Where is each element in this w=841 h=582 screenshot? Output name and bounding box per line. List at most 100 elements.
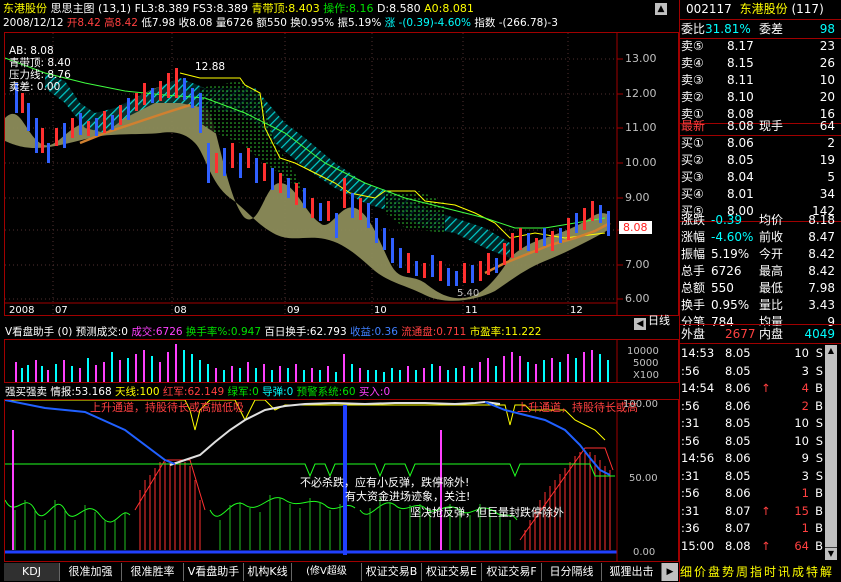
xianshou-value: 64 bbox=[819, 119, 835, 133]
tick-row[interactable]: :56 8.06 2 B bbox=[681, 398, 823, 415]
tab-jigou-kline[interactable]: 机构K线 bbox=[244, 563, 292, 581]
signal-panel[interactable]: 上升通道，持股待长或高抛低吸 上升通道，持股待长或高 不必杀跌，应有小反弹，跌停… bbox=[4, 399, 679, 562]
scroll-down-icon[interactable]: ▼ bbox=[825, 548, 837, 560]
signal-tick: 0.00 bbox=[633, 547, 656, 558]
buy-label: 买③ bbox=[681, 170, 704, 184]
tick-scrollbar[interactable]: ▲ ▼ bbox=[825, 345, 837, 560]
quote-tab[interactable]: 时 bbox=[764, 563, 776, 581]
tick-row[interactable]: 14:54 8.06 ↑ 4 B bbox=[681, 380, 823, 397]
quote-tab[interactable]: 指 bbox=[750, 563, 762, 581]
bar-amount: 额550 bbox=[256, 17, 287, 29]
tick-row[interactable]: 15:00 8.08 ↑ 64 B bbox=[681, 538, 823, 555]
bar-index: 指数 -(266.78)-3 bbox=[474, 17, 558, 29]
low-price-label: 5.40 bbox=[457, 288, 480, 299]
buy-volume: 2 bbox=[827, 136, 835, 150]
quote-tab[interactable]: 解 bbox=[820, 563, 832, 581]
tab-quanzheng-f[interactable]: 权证交易F bbox=[482, 563, 542, 581]
tab-henzhun-shenglv[interactable]: 很准胜率 bbox=[122, 563, 184, 581]
quote-tab[interactable]: 讯 bbox=[778, 563, 790, 581]
quote-tabs: 细 价 盘 势 周 指 时 讯 成 特 解 bbox=[679, 563, 841, 581]
signal-text-mid1: 不必杀跌，应有小反弹，跌停除外! bbox=[300, 476, 470, 489]
tab-quanzheng-b[interactable]: 权证交易B bbox=[362, 563, 422, 581]
green-fill bbox=[14, 495, 511, 550]
divider bbox=[679, 19, 841, 20]
tab-quanzheng-e[interactable]: 权证交易E bbox=[422, 563, 482, 581]
scroll-up-icon[interactable]: ▲ bbox=[655, 3, 667, 15]
buy-volume: 34 bbox=[819, 187, 835, 201]
quote-tab[interactable]: 盘 bbox=[708, 563, 720, 581]
indicator-params: (13,1) bbox=[98, 2, 132, 15]
xianshou-label: 现手 bbox=[759, 119, 784, 133]
scroll-left-icon[interactable]: ◀ bbox=[634, 318, 646, 330]
period-label[interactable]: 日线 bbox=[648, 314, 670, 327]
quote-tab[interactable]: 特 bbox=[806, 563, 818, 581]
quote-tab[interactable]: 周 bbox=[736, 563, 748, 581]
buy-row-2[interactable]: 买② 8.05 19 bbox=[681, 152, 837, 169]
quote-tab[interactable]: 势 bbox=[722, 563, 734, 581]
tick-row[interactable]: 14:53 8.05 10 S bbox=[681, 345, 823, 362]
price-tick: 7.00 bbox=[625, 258, 650, 271]
tick-row[interactable]: :36 8.07 1 B bbox=[681, 520, 823, 537]
buy-volume: 19 bbox=[819, 153, 835, 167]
tab-kdj[interactable]: KDJ bbox=[4, 563, 60, 581]
tick-arrow-icon: ↑ bbox=[761, 381, 771, 395]
sell-price: 8.11 bbox=[727, 73, 754, 87]
quote-tab[interactable]: 价 bbox=[694, 563, 706, 581]
stock-code: 002117 bbox=[686, 2, 732, 16]
divider bbox=[679, 324, 841, 325]
sell-row-4[interactable]: 卖④ 8.15 26 bbox=[681, 55, 837, 72]
price-tick: 9.00 bbox=[625, 191, 650, 204]
buy-label: 买④ bbox=[681, 187, 704, 201]
tick-side: B bbox=[815, 486, 823, 500]
sell-label: 卖② bbox=[681, 90, 704, 104]
price-tick: 6.00 bbox=[625, 292, 650, 305]
tick-row[interactable]: :56 8.05 10 S bbox=[681, 433, 823, 450]
scroll-up-icon[interactable]: ▲ bbox=[825, 345, 837, 357]
tick-row[interactable]: :31 8.05 10 S bbox=[681, 415, 823, 432]
quote-tab[interactable]: 成 bbox=[792, 563, 804, 581]
scrollbar-thumb[interactable] bbox=[825, 357, 837, 547]
volume-panel[interactable]: 10000 5000 X100 bbox=[4, 339, 679, 383]
tick-price: 8.05 bbox=[725, 346, 751, 360]
tab-super-macd[interactable]: (修V超级MACD) bbox=[292, 563, 362, 581]
d-value: D:8.580 bbox=[376, 2, 421, 15]
tick-price: 8.05 bbox=[725, 363, 751, 378]
stat-row: 总额 550 最低 7.98 bbox=[681, 280, 837, 297]
buy-row-1[interactable]: 买① 8.06 2 bbox=[681, 135, 837, 152]
high-price-label: 12.88 bbox=[195, 61, 226, 73]
signal-header: 强买强卖 情报:53.168 天线:100 红军:62.149 绿军:0 导弹:… bbox=[5, 386, 390, 399]
buy-volume: 5 bbox=[827, 170, 835, 184]
tick-row[interactable]: :31 8.05 3 S bbox=[681, 468, 823, 485]
tick-row[interactable]: 14:56 8.06 9 S bbox=[681, 450, 823, 467]
weicha-value: 98 bbox=[819, 22, 835, 36]
tick-time: :56 bbox=[681, 486, 700, 500]
price-chart-panel[interactable]: AB: 8.08 青带顶: 8.40 压力线: 8.76 卖差: 0.00 12… bbox=[4, 32, 679, 316]
buy-row-4[interactable]: 买④ 8.01 34 bbox=[681, 186, 837, 203]
tick-price: 8.06 bbox=[725, 451, 751, 465]
tab-scroll-icon[interactable]: ▶ bbox=[662, 563, 678, 581]
stat-value: 8.42 bbox=[808, 264, 835, 278]
tab-henzhun-jiaqiang[interactable]: 很准加强 bbox=[60, 563, 122, 581]
tick-price: 8.05 bbox=[725, 416, 751, 430]
sell-row-2[interactable]: 卖② 8.10 20 bbox=[681, 89, 837, 106]
baiday-value: 百日换手:62.793 bbox=[264, 326, 347, 338]
x-label: 2008 bbox=[9, 305, 35, 316]
tick-row[interactable]: :56 8.05 3 S bbox=[681, 363, 823, 380]
tick-time: 15:00 bbox=[681, 538, 715, 553]
stat-value: 5.19% bbox=[711, 247, 750, 261]
sell-row-5[interactable]: 卖⑤ 8.17 23 bbox=[681, 38, 837, 55]
quote-tab[interactable]: 细 bbox=[680, 563, 692, 581]
tick-row[interactable]: :56 8.06 1 B bbox=[681, 485, 823, 502]
tick-arrow-icon: ↑ bbox=[761, 538, 771, 553]
a0-value: A0:8.081 bbox=[424, 2, 474, 15]
sell-row-3[interactable]: 卖③ 8.11 10 bbox=[681, 72, 837, 89]
weibi-row: 委比 31.81% 委差 98 bbox=[681, 21, 837, 38]
tab-v-kanpan[interactable]: V看盘助手 bbox=[184, 563, 244, 581]
mairu-value: 买入:0 bbox=[358, 386, 391, 398]
signal-indicator-name: 强买强卖 bbox=[5, 386, 47, 398]
tab-huli-chuji[interactable]: 狐狸出击 bbox=[602, 563, 662, 581]
tab-day-separator[interactable]: 日分隔线 bbox=[542, 563, 602, 581]
price-tick: 11.00 bbox=[625, 121, 657, 134]
buy-row-3[interactable]: 买③ 8.04 5 bbox=[681, 169, 837, 186]
tick-row[interactable]: :31 8.07 ↑ 15 B bbox=[681, 503, 823, 520]
